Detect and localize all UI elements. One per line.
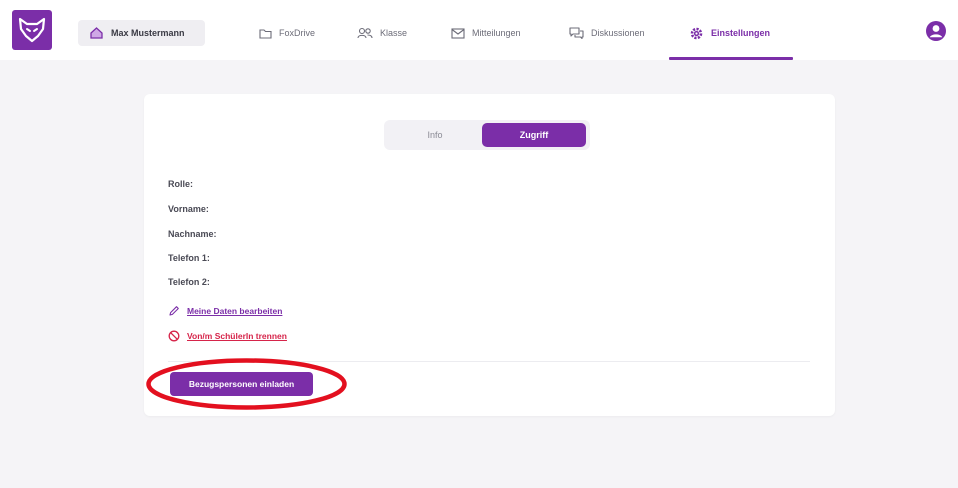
fox-logo[interactable] <box>12 10 52 50</box>
user-chip[interactable]: Max Mustermann <box>78 20 205 46</box>
prohibited-icon <box>168 330 180 342</box>
field-rolle: Rolle: <box>168 179 194 189</box>
edit-my-data-label: Meine Daten bearbeiten <box>187 306 283 316</box>
field-telefon-1: Telefon 1: <box>168 253 210 263</box>
nav-einstellungen[interactable]: Einstellungen <box>689 20 770 46</box>
unlink-student-label: Von/m SchülerIn trennen <box>187 331 287 341</box>
nav-foxdrive-label: FoxDrive <box>279 28 316 38</box>
field-nachname: Nachname: <box>168 229 217 239</box>
user-name: Max Mustermann <box>111 28 185 38</box>
invite-contacts-button[interactable]: Bezugspersonen einladen <box>170 372 313 396</box>
folder-icon <box>259 28 272 39</box>
toggle-zugriff[interactable]: Zugriff <box>482 123 586 147</box>
nav-klasse-label: Klasse <box>380 28 408 38</box>
fox-icon <box>18 17 46 43</box>
edit-my-data-link[interactable]: Meine Daten bearbeiten <box>168 305 282 317</box>
gear-icon <box>690 27 703 39</box>
profile-menu[interactable] <box>925 20 947 42</box>
nav-klasse[interactable]: Klasse <box>357 20 407 46</box>
nav-mitteilungen[interactable]: Mitteilungen <box>451 20 521 46</box>
nav-diskussionen[interactable]: Diskussionen <box>569 20 645 46</box>
field-vorname: Vorname: <box>168 204 209 214</box>
info-access-toggle: Info Zugriff <box>384 120 590 150</box>
nav-mitteilungen-label: Mitteilungen <box>472 28 521 38</box>
toggle-info[interactable]: Info <box>388 123 482 147</box>
user-circle-icon <box>926 21 946 41</box>
home-icon <box>90 27 103 39</box>
field-telefon-2: Telefon 2: <box>168 277 210 287</box>
section-divider <box>168 361 810 362</box>
nav-diskussionen-label: Diskussionen <box>591 28 645 38</box>
pencil-icon <box>169 306 179 316</box>
active-tab-indicator <box>669 57 793 60</box>
users-icon <box>357 27 373 39</box>
mail-icon <box>451 27 465 39</box>
unlink-student-link[interactable]: Von/m SchülerIn trennen <box>168 330 287 342</box>
top-nav-bar: Max Mustermann FoxDrive Klasse Mitteilun… <box>0 0 958 60</box>
nav-einstellungen-label: Einstellungen <box>711 28 771 38</box>
nav-foxdrive[interactable]: FoxDrive <box>259 20 315 46</box>
chat-icon <box>569 27 584 39</box>
